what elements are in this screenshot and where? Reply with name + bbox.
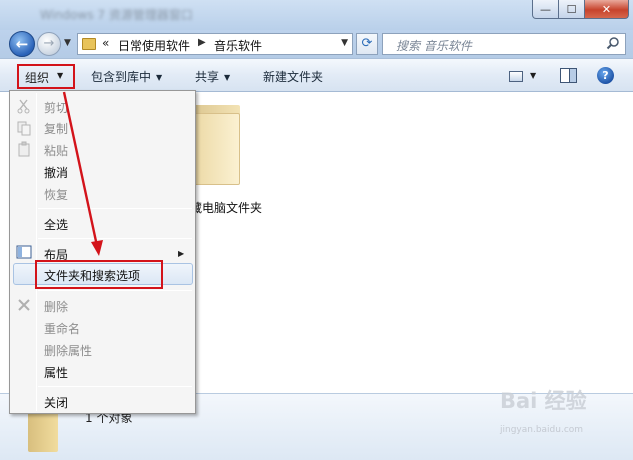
preview-pane-icon[interactable] — [560, 68, 577, 83]
organize-menu: 剪切 复制 粘贴 撤消 恢复 全选 布局 ▶ 文件夹和搜索选项 删除 重命名 删… — [9, 90, 196, 414]
address-dropdown-icon[interactable]: ▼ — [341, 38, 348, 48]
delete-icon — [18, 299, 30, 311]
breadcrumb-segment[interactable]: 音乐软件 — [214, 37, 262, 54]
share-label: 共享 — [195, 70, 220, 84]
forward-button[interactable]: → — [37, 32, 61, 56]
folder-icon — [28, 412, 58, 452]
title-bar: Windows 7 资源管理器窗口 — ☐ ✕ — [0, 0, 633, 30]
command-bar: 组织 ▼ 包含到库中 ▼ 共享 ▼ 新建文件夹 ▼ ? — [0, 58, 633, 92]
menu-item-select-all[interactable]: 全选 — [44, 216, 68, 233]
organize-button[interactable]: 组织 ▼ — [17, 64, 75, 89]
help-icon[interactable]: ? — [597, 67, 614, 84]
menu-item-undo[interactable]: 撤消 — [44, 164, 68, 181]
search-placeholder: 搜索 音乐软件 — [396, 39, 472, 53]
menu-divider — [38, 290, 192, 291]
watermark-logo: Bai 经验 — [500, 389, 587, 413]
address-bar[interactable]: « 日常使用软件 ▶ 音乐软件 ▼ — [77, 33, 353, 55]
search-input[interactable]: 搜索 音乐软件 — [382, 33, 626, 55]
scissors-icon — [17, 99, 30, 114]
chevron-down-icon[interactable]: ▼ — [530, 71, 536, 80]
close-button[interactable]: ✕ — [585, 0, 629, 19]
recent-pages-dropdown-icon[interactable]: ▼ — [64, 38, 71, 48]
watermark-url: jingyan.baidu.com — [500, 425, 584, 435]
menu-divider — [38, 208, 192, 209]
breadcrumb-overflow[interactable]: « — [102, 36, 109, 50]
copy-icon — [17, 121, 31, 136]
include-library-button[interactable]: 包含到库中 ▼ — [91, 68, 162, 85]
menu-item-copy[interactable]: 复制 — [44, 120, 68, 137]
menu-item-delete[interactable]: 删除 — [44, 298, 68, 315]
breadcrumb-segment[interactable]: 日常使用软件 — [118, 37, 190, 54]
back-button[interactable]: ← — [9, 31, 35, 57]
menu-gutter — [36, 93, 37, 411]
chevron-down-icon: ▼ — [156, 73, 163, 82]
search-icon[interactable] — [606, 36, 620, 50]
layout-icon — [16, 245, 32, 259]
breadcrumb-separator-icon[interactable]: ▶ — [198, 37, 206, 48]
menu-item-properties[interactable]: 属性 — [44, 364, 68, 381]
window-controls: — ☐ ✕ — [532, 0, 629, 19]
menu-item-folder-options[interactable]: 文件夹和搜索选项 — [44, 267, 140, 284]
refresh-button[interactable]: ⟳ — [356, 33, 378, 55]
folder-name[interactable]: 藏电脑文件夹 — [190, 199, 262, 216]
organize-label: 组织 — [25, 71, 50, 85]
change-view-icon[interactable] — [509, 71, 523, 82]
menu-item-close[interactable]: 关闭 — [44, 394, 68, 411]
menu-divider — [38, 386, 192, 387]
baidu-watermark: Bai 经验 jingyan.baidu.com — [500, 385, 615, 445]
menu-item-redo[interactable]: 恢复 — [44, 186, 68, 203]
menu-item-remove-properties[interactable]: 删除属性 — [44, 342, 92, 359]
chevron-down-icon: ▼ — [57, 71, 64, 80]
paste-icon — [18, 141, 30, 157]
menu-item-paste[interactable]: 粘贴 — [44, 142, 68, 159]
submenu-arrow-icon: ▶ — [178, 249, 185, 258]
include-library-label: 包含到库中 — [91, 70, 152, 84]
address-row: ← → ▼ « 日常使用软件 ▶ 音乐软件 ▼ ⟳ 搜索 音乐软件 — [0, 30, 633, 58]
folder-icon — [82, 38, 96, 50]
maximize-button[interactable]: ☐ — [559, 0, 585, 19]
menu-item-cut[interactable]: 剪切 — [44, 99, 68, 116]
new-folder-button[interactable]: 新建文件夹 — [263, 68, 323, 85]
minimize-button[interactable]: — — [532, 0, 559, 19]
share-button[interactable]: 共享 ▼ — [195, 68, 230, 85]
chevron-down-icon: ▼ — [224, 73, 231, 82]
window-title: Windows 7 资源管理器窗口 — [40, 8, 193, 22]
menu-item-rename[interactable]: 重命名 — [44, 320, 80, 337]
menu-divider — [38, 238, 192, 239]
